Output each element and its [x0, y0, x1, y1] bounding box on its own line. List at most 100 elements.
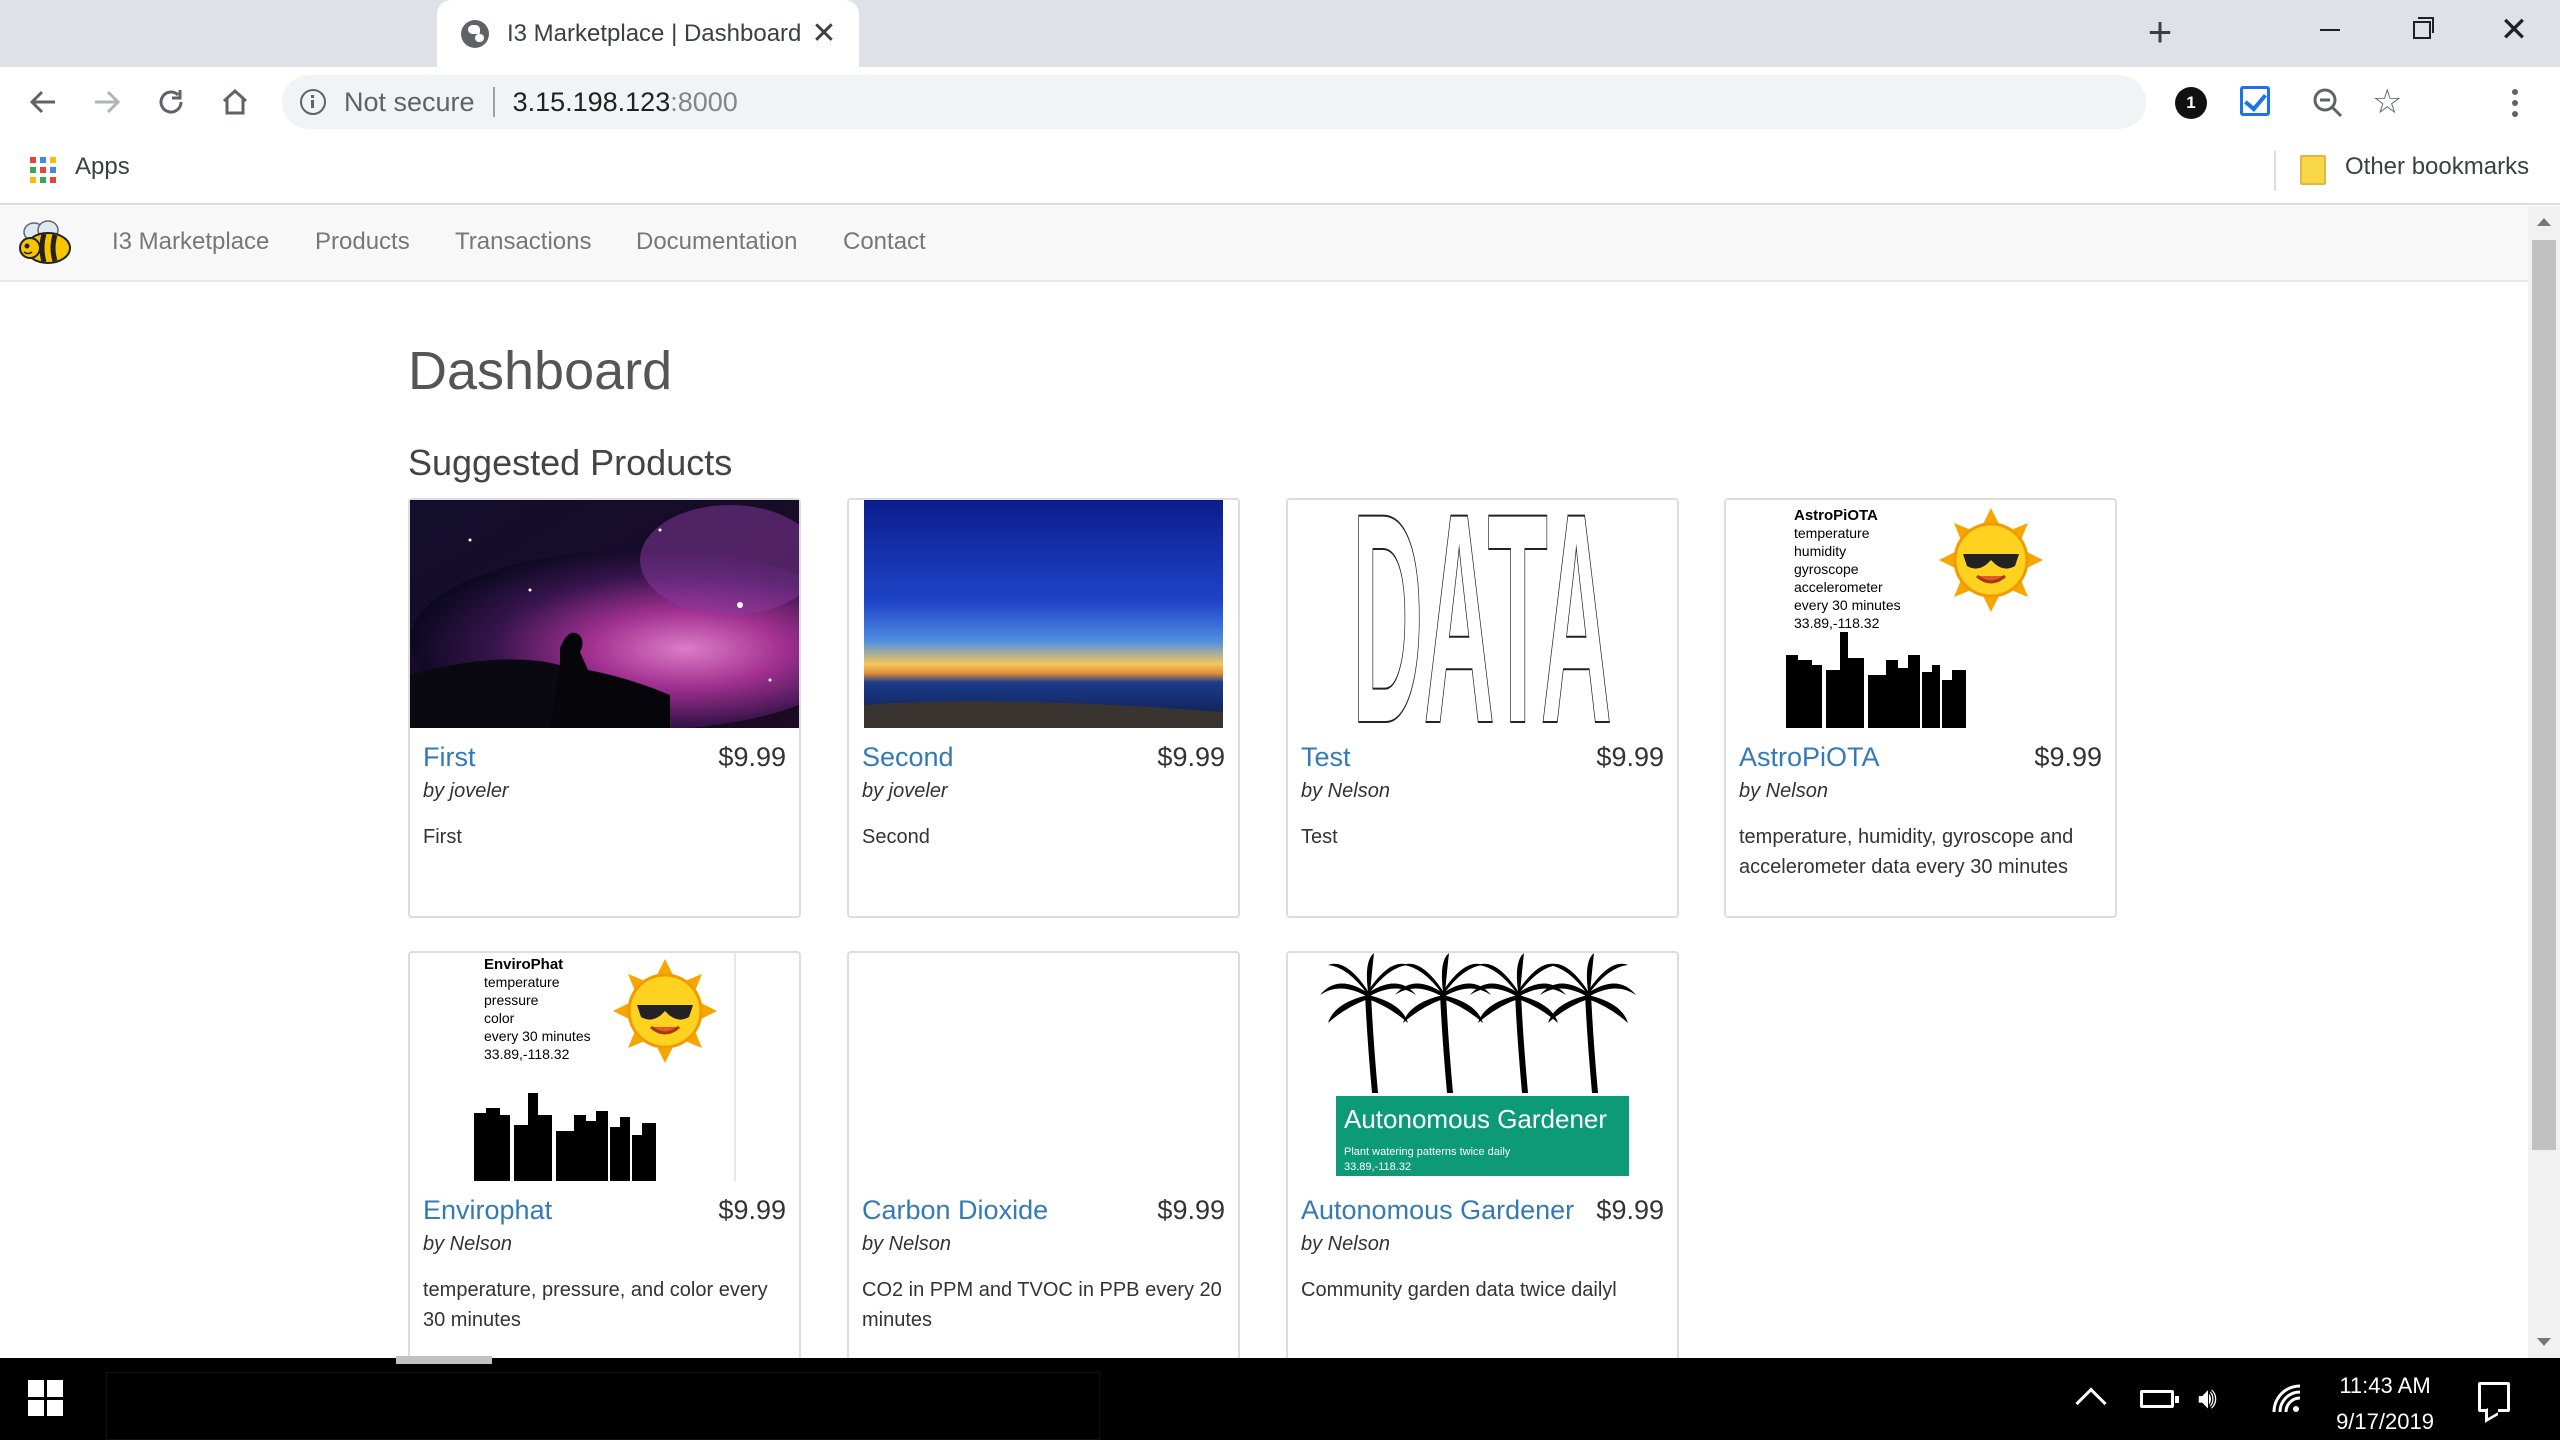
product-description: Test	[1301, 826, 1338, 848]
scrollbar-thumb[interactable]	[2532, 240, 2556, 1150]
wifi-icon[interactable]	[2270, 1384, 2304, 1414]
tab-close-icon[interactable]: ✕	[809, 18, 839, 49]
skyline-icon	[1786, 632, 1966, 728]
close-window-button[interactable]: ✕	[2469, 0, 2559, 60]
image-banner-title: Autonomous Gardener	[1344, 1104, 1607, 1134]
browser-menu-icon[interactable]	[2500, 85, 2530, 121]
product-image-sun-skyline[interactable]: EnviroPhat temperature pressure color ev…	[410, 953, 799, 1181]
reload-button[interactable]	[150, 81, 192, 123]
product-author: by Nelson	[1739, 780, 1828, 802]
battery-icon[interactable]	[2140, 1390, 2179, 1408]
nav-contact[interactable]: Contact	[843, 228, 926, 256]
image-caption-line: 33.89,-118.32	[484, 1046, 570, 1062]
zoom-out-icon[interactable]	[2312, 87, 2344, 119]
product-description: Community garden data twice dailyl	[1301, 1279, 1617, 1301]
product-title[interactable]: Second	[862, 742, 954, 773]
browser-tab[interactable]: I3 Marketplace | Dashboard ✕	[437, 0, 859, 67]
url-host: 3.15.198.123	[512, 86, 671, 117]
windows-start-icon[interactable]	[28, 1380, 64, 1416]
extension-badge-icon[interactable]: 1	[2175, 87, 2207, 119]
scroll-up-arrow-icon[interactable]	[2537, 218, 2551, 226]
product-image-sun-skyline[interactable]: AstroPiOTA temperature humidity gyroscop…	[1726, 500, 2115, 728]
nav-documentation[interactable]: Documentation	[636, 228, 797, 256]
action-center-icon[interactable]	[2478, 1382, 2510, 1412]
home-button[interactable]	[214, 81, 256, 123]
product-image-data-text[interactable]: DATA	[1288, 500, 1677, 728]
brand-link[interactable]: I3 Marketplace	[112, 228, 269, 256]
nav-transactions[interactable]: Transactions	[455, 228, 592, 256]
product-card-first[interactable]: First $9.99 by joveler First	[408, 498, 801, 918]
page-viewport: I3 Marketplace Products Transactions Doc…	[0, 206, 2528, 1358]
info-icon[interactable]	[300, 89, 326, 115]
apps-bookmark[interactable]: Apps	[75, 153, 130, 181]
nav-products[interactable]: Products	[315, 228, 410, 256]
image-banner-subtitle: Plant watering patterns twice daily	[1344, 1146, 1511, 1158]
tab-title: I3 Marketplace | Dashboard	[507, 19, 802, 47]
arrow-right-icon	[95, 90, 121, 114]
scroll-down-arrow-icon[interactable]	[2537, 1338, 2551, 1346]
restore-button[interactable]	[2377, 0, 2467, 60]
site-navbar: I3 Marketplace Products Transactions Doc…	[0, 206, 2528, 282]
windows-taskbar: 🔊︎ 11:43 AM 9/17/2019	[0, 1358, 2560, 1440]
extension-check-icon[interactable]	[2240, 86, 2270, 116]
product-price: $9.99	[718, 1195, 786, 1225]
sun-icon	[613, 959, 717, 1063]
product-description: Second	[862, 826, 930, 848]
product-author: by joveler	[862, 780, 948, 802]
forward-button[interactable]	[86, 81, 128, 123]
image-caption-line: humidity	[1794, 543, 1846, 559]
image-caption-line: gyroscope	[1794, 561, 1859, 577]
product-card-envirophat[interactable]: EnviroPhat temperature pressure color ev…	[408, 951, 801, 1358]
product-card-second[interactable]: Second $9.99 by joveler Second	[847, 498, 1240, 918]
tray-chevron-up-icon[interactable]	[2075, 1387, 2107, 1419]
product-image-palms[interactable]: Autonomous Gardener Plant watering patte…	[1288, 953, 1677, 1181]
minimize-button[interactable]	[2285, 0, 2375, 60]
product-title[interactable]: Autonomous Gardener	[1301, 1195, 1574, 1226]
horizontal-scroll-indicator	[396, 1356, 492, 1364]
bookmark-star-icon[interactable]: ☆	[2372, 85, 2402, 119]
bee-logo-icon[interactable]	[14, 218, 74, 268]
globe-icon	[461, 19, 489, 48]
product-description: First	[423, 826, 462, 848]
image-caption-line: accelerometer	[1794, 579, 1883, 595]
page-scrollbar[interactable]	[2528, 206, 2560, 1358]
product-author: by Nelson	[423, 1233, 512, 1255]
address-bar[interactable]: Not secure 3.15.198.123 :8000 ☆	[282, 75, 2402, 129]
taskbar-redacted-area	[106, 1372, 1100, 1440]
arrow-left-icon	[29, 90, 55, 114]
image-caption-name: EnviroPhat	[484, 956, 563, 973]
image-caption-line: temperature	[484, 974, 560, 990]
skyline-icon	[474, 1093, 656, 1181]
image-caption-name: AstroPiOTA	[1794, 507, 1878, 524]
product-title[interactable]: Envirophat	[423, 1195, 552, 1226]
product-card-carbon-dioxide[interactable]: Carbon Dioxide $9.99 by Nelson CO2 in PP…	[847, 951, 1240, 1358]
taskbar-clock[interactable]: 11:43 AM 9/17/2019	[2310, 1368, 2460, 1440]
product-title[interactable]: First	[423, 742, 475, 773]
bookmark-divider	[2274, 151, 2276, 191]
product-title[interactable]: AstroPiOTA	[1739, 742, 1880, 773]
product-card-astropiota[interactable]: AstroPiOTA temperature humidity gyroscop…	[1724, 498, 2117, 918]
section-title: Suggested Products	[408, 442, 733, 483]
product-price: $9.99	[1157, 1195, 1225, 1225]
reload-icon	[159, 90, 183, 114]
volume-icon[interactable]: 🔊︎	[2198, 1382, 2217, 1416]
product-title[interactable]: Carbon Dioxide	[862, 1195, 1048, 1226]
product-image-nebula[interactable]	[410, 500, 799, 728]
apps-grid-icon[interactable]	[30, 157, 56, 183]
restore-icon	[2413, 17, 2434, 39]
product-image-sunset-sea[interactable]	[849, 500, 1238, 728]
other-bookmarks[interactable]: Other bookmarks	[2345, 153, 2529, 181]
image-caption-line: every 30 minutes	[484, 1028, 591, 1044]
product-card-autonomous-gardener[interactable]: Autonomous Gardener Plant watering patte…	[1286, 951, 1679, 1358]
product-price: $9.99	[2034, 742, 2102, 772]
product-image-blank[interactable]	[849, 953, 1238, 1181]
new-tab-button[interactable]: +	[2138, 10, 2182, 54]
product-author: by Nelson	[862, 1233, 951, 1255]
svg-text:DATA: DATA	[1352, 500, 1612, 728]
product-title[interactable]: Test	[1301, 742, 1351, 773]
product-card-test[interactable]: DATA Test $9.99 by Nelson Test	[1286, 498, 1679, 918]
back-button[interactable]	[22, 81, 64, 123]
image-caption-line: every 30 minutes	[1794, 597, 1901, 613]
product-price: $9.99	[1596, 742, 1664, 772]
product-description: temperature, pressure, and color every 3…	[423, 1279, 768, 1331]
